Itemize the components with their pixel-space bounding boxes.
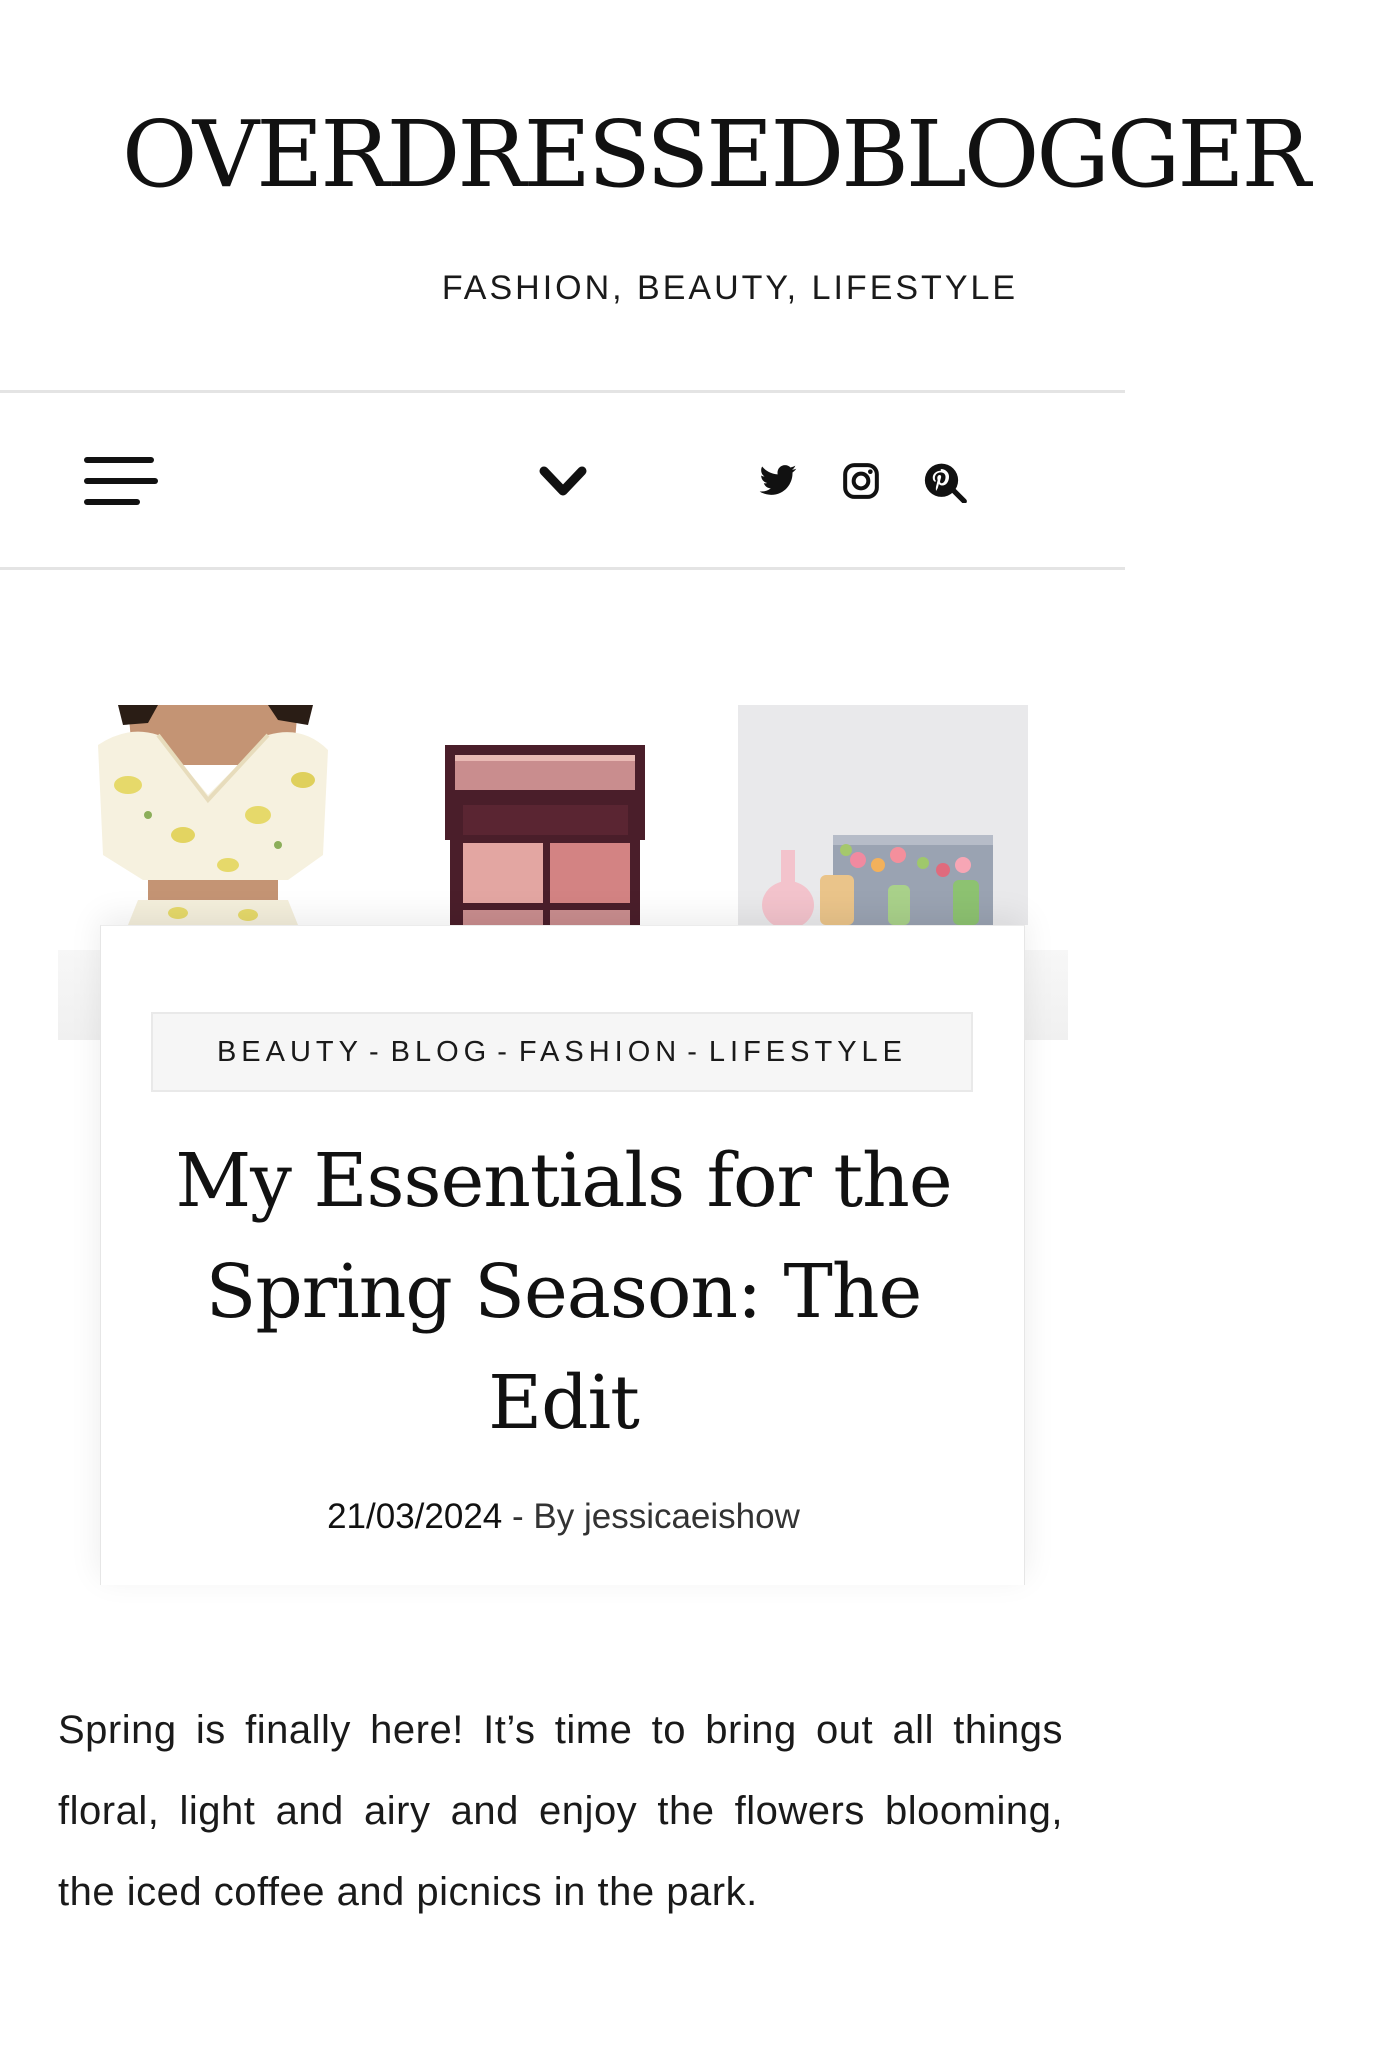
vases-flowers-photo [738,705,1028,925]
chevron-down-icon[interactable] [538,465,588,499]
category-link-blog[interactable]: BLOG [391,1036,492,1069]
menu-line [84,478,158,484]
category-link-fashion[interactable]: FASHION [519,1036,681,1069]
nav-bar [0,390,1125,570]
category-link-lifestyle[interactable]: LIFESTYLE [709,1036,907,1069]
menu-line [84,499,140,505]
twitter-icon[interactable] [758,461,798,501]
featured-image-strip[interactable] [88,705,1028,925]
menu-line [84,457,154,463]
eyeshadow-palette-photo [388,705,688,925]
meta-by-label: - By [502,1497,584,1536]
post-meta: 21/03/2024 - By jessicaeishow [101,1496,1026,1538]
post-categories: BEAUTY - BLOG - FASHION - LIFESTYLE [151,1012,973,1092]
category-separator: - [687,1035,697,1068]
post-title[interactable]: My Essentials for the Spring Season: The… [141,1126,986,1459]
site-tagline: FASHION, BEAUTY, LIFESTYLE [441,269,1019,307]
fashion-photo [88,705,338,925]
category-separator: - [368,1035,379,1068]
post-author[interactable]: jessicaeishow [584,1497,800,1536]
post-card: BEAUTY - BLOG - FASHION - LIFESTYLE My E… [100,925,1025,1585]
site-title[interactable]: OVERDRESSEDBLOGGER [122,100,1362,210]
post-excerpt: Spring is finally here! It’s time to bri… [58,1708,1063,1914]
category-link-beauty[interactable]: BEAUTY [217,1036,363,1069]
hamburger-menu-icon[interactable] [84,457,158,507]
instagram-icon[interactable] [841,461,881,501]
category-separator: - [497,1035,507,1068]
post-date: 21/03/2024 [327,1497,503,1536]
pinterest-icon[interactable] [922,461,968,503]
